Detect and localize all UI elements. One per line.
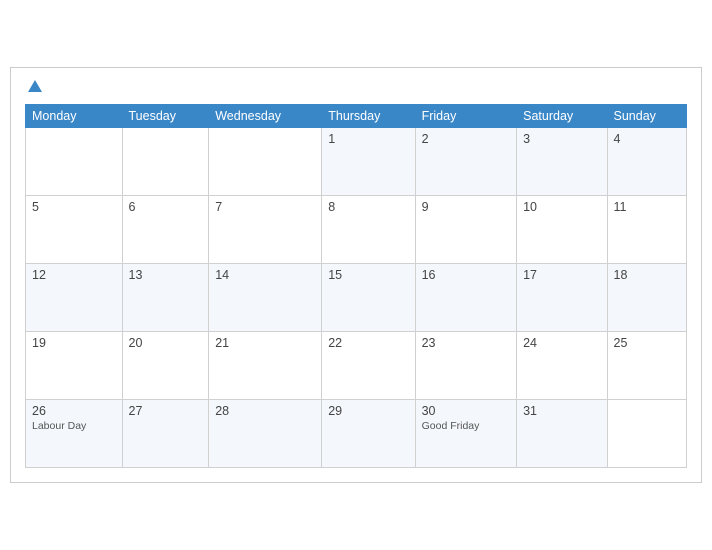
day-number: 23 — [422, 336, 511, 350]
calendar-cell: 26 Labour Day — [26, 400, 123, 468]
day-number: 19 — [32, 336, 116, 350]
day-number: 22 — [328, 336, 408, 350]
weekday-header-saturday: Saturday — [517, 105, 607, 128]
calendar-cell: 6 — [122, 196, 209, 264]
calendar-cell: 12 — [26, 264, 123, 332]
day-number: 7 — [215, 200, 315, 214]
logo-triangle-icon — [28, 80, 42, 92]
calendar-cell: 23 — [415, 332, 517, 400]
calendar-cell: 31 — [517, 400, 607, 468]
calendar-cell: 22 — [322, 332, 415, 400]
day-number: 21 — [215, 336, 315, 350]
calendar-cell: 4 — [607, 128, 687, 196]
day-number: 1 — [328, 132, 408, 146]
calendar-cell: 17 — [517, 264, 607, 332]
calendar-cell: 8 — [322, 196, 415, 264]
calendar-header — [25, 80, 687, 94]
week-row-5: 26 Labour Day 27 28 29 30 Good Friday 31 — [26, 400, 687, 468]
calendar-cell: 11 — [607, 196, 687, 264]
day-number: 30 — [422, 404, 511, 418]
day-number: 25 — [614, 336, 681, 350]
weekday-header-tuesday: Tuesday — [122, 105, 209, 128]
calendar-cell: 5 — [26, 196, 123, 264]
calendar-cell: 14 — [209, 264, 322, 332]
day-number: 28 — [215, 404, 315, 418]
day-number: 13 — [129, 268, 203, 282]
calendar-cell: 28 — [209, 400, 322, 468]
logo — [25, 80, 42, 94]
day-number: 20 — [129, 336, 203, 350]
calendar-cell: 15 — [322, 264, 415, 332]
calendar-cell: 13 — [122, 264, 209, 332]
calendar-cell — [607, 400, 687, 468]
day-number: 10 — [523, 200, 600, 214]
weekday-header-friday: Friday — [415, 105, 517, 128]
calendar-cell: 2 — [415, 128, 517, 196]
calendar-cell: 10 — [517, 196, 607, 264]
day-number: 26 — [32, 404, 116, 418]
day-number: 6 — [129, 200, 203, 214]
day-event: Good Friday — [422, 420, 511, 432]
weekday-header-sunday: Sunday — [607, 105, 687, 128]
week-row-4: 19 20 21 22 23 24 25 — [26, 332, 687, 400]
day-number: 12 — [32, 268, 116, 282]
calendar-cell: 7 — [209, 196, 322, 264]
day-number: 17 — [523, 268, 600, 282]
week-row-2: 56789 10 11 — [26, 196, 687, 264]
calendar-cell: 3 — [517, 128, 607, 196]
calendar-container: MondayTuesdayWednesdayThursdayFridaySatu… — [10, 67, 702, 483]
day-event: Labour Day — [32, 420, 116, 432]
day-number: 24 — [523, 336, 600, 350]
day-number: 18 — [614, 268, 681, 282]
calendar-cell — [209, 128, 322, 196]
day-number: 29 — [328, 404, 408, 418]
week-row-1: 1234 — [26, 128, 687, 196]
calendar-cell: 27 — [122, 400, 209, 468]
day-number: 5 — [32, 200, 116, 214]
calendar-cell: 20 — [122, 332, 209, 400]
calendar-cell: 1 — [322, 128, 415, 196]
calendar-cell: 9 — [415, 196, 517, 264]
day-number: 3 — [523, 132, 600, 146]
calendar-cell: 18 — [607, 264, 687, 332]
calendar-cell: 16 — [415, 264, 517, 332]
day-number: 16 — [422, 268, 511, 282]
day-number: 14 — [215, 268, 315, 282]
week-row-3: 12 13 14 15 16 17 18 — [26, 264, 687, 332]
day-number: 4 — [614, 132, 681, 146]
weekday-header-monday: Monday — [26, 105, 123, 128]
calendar-grid: MondayTuesdayWednesdayThursdayFridaySatu… — [25, 104, 687, 468]
day-number: 2 — [422, 132, 511, 146]
day-number: 15 — [328, 268, 408, 282]
weekday-header-wednesday: Wednesday — [209, 105, 322, 128]
weekday-header-thursday: Thursday — [322, 105, 415, 128]
calendar-cell: 25 — [607, 332, 687, 400]
day-number: 11 — [614, 200, 681, 214]
calendar-cell — [122, 128, 209, 196]
calendar-cell: 24 — [517, 332, 607, 400]
calendar-cell: 29 — [322, 400, 415, 468]
calendar-cell: 30 Good Friday — [415, 400, 517, 468]
day-number: 31 — [523, 404, 600, 418]
weekday-header-row: MondayTuesdayWednesdayThursdayFridaySatu… — [26, 105, 687, 128]
calendar-cell: 21 — [209, 332, 322, 400]
day-number: 27 — [129, 404, 203, 418]
calendar-cell: 19 — [26, 332, 123, 400]
day-number: 9 — [422, 200, 511, 214]
calendar-cell — [26, 128, 123, 196]
day-number: 8 — [328, 200, 408, 214]
